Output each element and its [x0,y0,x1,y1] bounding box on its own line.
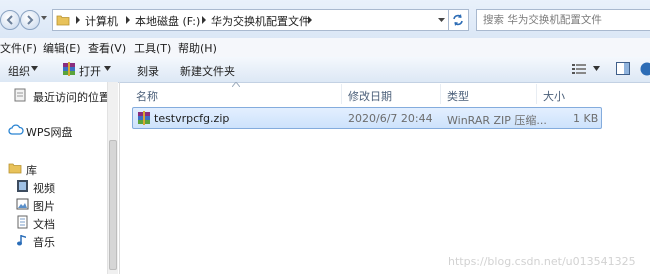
menu-file[interactable]: 文件(F) [0,40,37,56]
video-icon [17,180,28,192]
crumb-current-folder[interactable]: 华为交换机配置文件 [211,13,310,29]
library-icon [8,163,22,174]
column-header-size[interactable]: 大小 [543,88,565,108]
burn-button[interactable]: 刻录 [137,63,159,79]
file-row[interactable]: testvrpcfg.zip 2020/6/7 20:44 WinRAR ZIP… [132,107,602,129]
menu-edit[interactable]: 编辑(E) [43,40,81,56]
nav-label: 视频 [33,182,55,195]
menu-view[interactable]: 查看(V) [88,40,126,56]
address-dropdown-button[interactable] [436,9,449,31]
sort-ascending-icon [232,82,240,87]
chevron-right-icon[interactable] [199,15,209,25]
crumb-local-disk[interactable]: 本地磁盘 (F:) [135,13,200,29]
chevron-down-icon[interactable] [104,66,111,71]
nav-label: 库 [26,164,37,177]
watermark: https://blog.csdn.net/u013541325 [448,255,636,268]
chevron-right-icon[interactable] [123,15,133,25]
winrar-icon [63,62,75,76]
nav-label: 图片 [33,200,55,213]
help-icon[interactable] [640,62,650,76]
forward-button[interactable] [20,10,40,30]
column-header-name[interactable]: 名称 [136,88,158,108]
preview-pane-icon[interactable] [616,62,630,75]
search-box[interactable] [476,9,650,31]
command-bar: 组织 打开 刻录 新建文件夹 [0,57,650,83]
chevron-down-icon [438,18,445,22]
file-name[interactable]: testvrpcfg.zip [154,112,229,125]
navigation-pane: 最近访问的位置 WPS网盘 库 视频 图片 文档 音乐 [0,82,118,274]
picture-icon [16,198,29,210]
crumb-computer[interactable]: 计算机 [85,13,118,29]
menu-help[interactable]: 帮助(H) [178,40,217,56]
nav-label: 最近访问的位置 [33,91,110,104]
scrollbar-thumb[interactable] [109,140,117,270]
nav-label: 文档 [33,218,55,231]
column-header-type[interactable]: 类型 [447,88,469,108]
chevron-down-icon[interactable] [31,66,38,71]
recent-places-icon [14,88,26,102]
file-modified: 2020/6/7 20:44 [348,112,433,125]
nav-label: WPS网盘 [26,126,73,139]
cloud-icon [8,124,24,135]
recent-pages-dropdown[interactable] [40,13,48,23]
view-options-icon[interactable] [572,63,586,75]
address-bar-row: 计算机 本地磁盘 (F:) 华为交换机配置文件 [0,0,650,38]
column-header-modified[interactable]: 修改日期 [348,88,392,108]
file-type: WinRAR ZIP 压缩... [447,114,547,127]
document-icon [17,215,28,229]
column-separator[interactable] [536,84,537,104]
menu-bar: 文件(F) 编辑(E) 查看(V) 工具(T) 帮助(H) [0,38,650,58]
nav-label: 音乐 [33,236,55,249]
column-separator[interactable] [440,84,441,104]
open-button[interactable]: 打开 [79,63,101,79]
folder-icon [56,15,70,26]
organize-button[interactable]: 组织 [8,63,30,79]
new-folder-button[interactable]: 新建文件夹 [180,63,235,79]
refresh-button[interactable] [449,9,469,31]
winrar-zip-icon [138,111,150,125]
nav-pane-scrollbar[interactable] [107,82,118,274]
chevron-right-icon[interactable] [73,15,83,25]
column-separator[interactable] [341,84,342,104]
address-box[interactable]: 计算机 本地磁盘 (F:) 华为交换机配置文件 [52,9,438,31]
music-icon [17,235,26,246]
refresh-icon [453,14,463,26]
menu-tools[interactable]: 工具(T) [134,40,171,56]
back-button[interactable] [0,10,20,30]
search-input[interactable] [483,12,645,28]
file-size: 1 KB [573,112,599,125]
chevron-right-icon[interactable] [305,15,315,25]
pane-divider[interactable] [119,82,120,274]
chevron-down-icon[interactable] [593,66,600,71]
